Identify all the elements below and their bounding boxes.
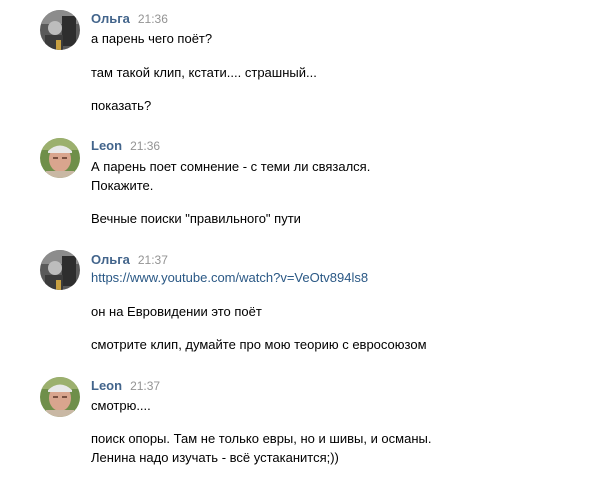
message-text: он на Евровидении это поёт [91, 304, 262, 319]
message-text: поиск опоры. Там не только евры, но и ши… [91, 431, 432, 446]
message-text: а парень чего поёт? [91, 31, 213, 46]
message-time[interactable]: 21:37 [130, 379, 160, 393]
message-text: смотрите клип, думайте про мою теорию с … [91, 337, 427, 352]
message-text: там такой клип, кстати.... страшный... [91, 65, 317, 80]
message-time[interactable]: 21:36 [130, 139, 160, 153]
leon-avatar[interactable] [40, 138, 80, 178]
message-text: смотрю.... [91, 398, 151, 413]
chat-history: Ольга 21:36 а парень чего поёт? там такой… [0, 0, 607, 481]
message-text: показать? [91, 98, 152, 113]
message-author[interactable]: Leon [91, 138, 122, 153]
message-author[interactable]: Ольга [91, 11, 130, 26]
message-text: Покажите. [91, 178, 154, 193]
message-text: А парень поет сомнение - с теми ли связа… [91, 159, 371, 174]
olga-avatar[interactable] [40, 250, 80, 290]
message-author[interactable]: Ольга [91, 252, 130, 267]
message-link[interactable]: https://www.youtube.com/watch?v=VeOtv894… [91, 268, 368, 287]
olga-avatar[interactable] [40, 10, 80, 50]
message-text: Вечные поиски "правильного" пути [91, 211, 301, 226]
message-time[interactable]: 21:37 [138, 253, 168, 267]
leon-avatar[interactable] [40, 377, 80, 417]
message-author[interactable]: Leon [91, 378, 122, 393]
message-text: Ленина надо изучать - всё устаканится;)) [91, 450, 339, 465]
message-time[interactable]: 21:36 [138, 12, 168, 26]
